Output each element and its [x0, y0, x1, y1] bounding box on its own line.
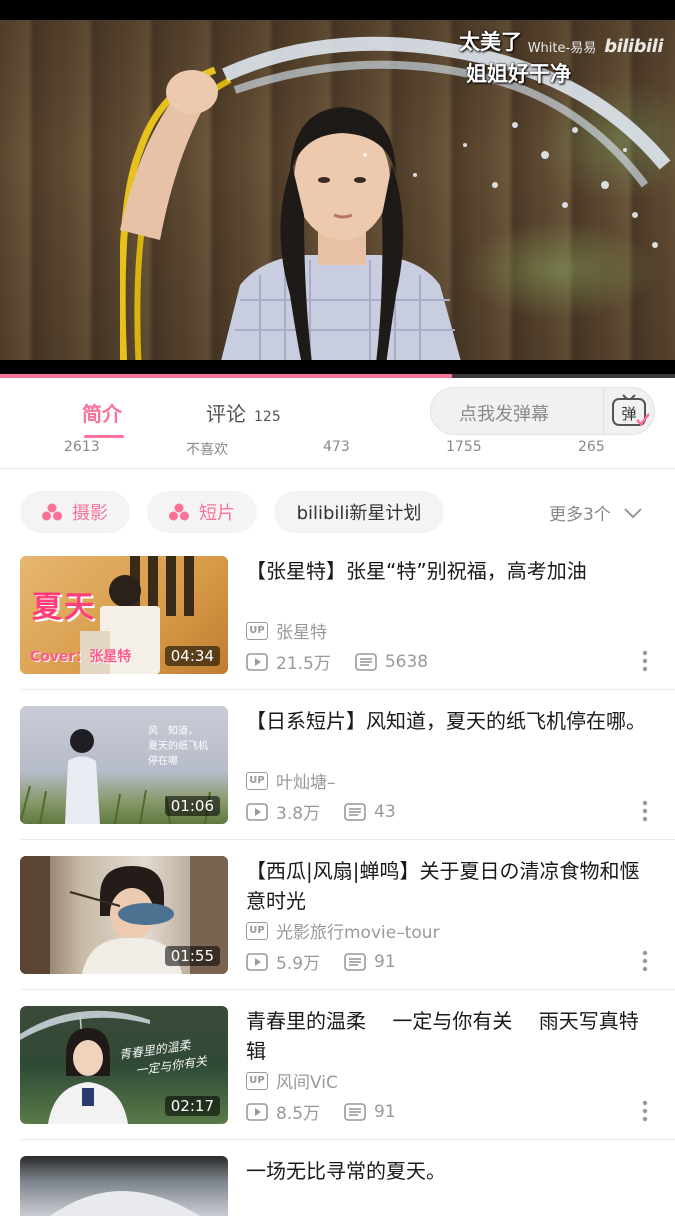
video-card[interactable]: 01:55 【西瓜|风扇|蝉鸣】关于夏日の清凉食物和惬意时光 UP 光影旅行mo… — [0, 840, 675, 990]
video-duration: 01:55 — [164, 946, 220, 966]
view-count: 3.8万 — [276, 804, 321, 824]
danmaku-count-icon — [355, 652, 377, 671]
up-badge-icon: UP — [246, 1071, 268, 1090]
tags-more-button[interactable]: 更多3个 — [549, 500, 643, 525]
thumbnail-title-text: 夏天 — [32, 590, 96, 625]
video-thumbnail[interactable]: 夏天 Cover：张星特 04:34 — [20, 556, 228, 674]
danmaku-toggle-icon[interactable]: 弹 — [609, 394, 653, 428]
video-thumbnail[interactable]: 01:55 — [20, 856, 228, 974]
danmaku-count-icon — [344, 802, 366, 821]
uploader-name: 张星特 — [276, 623, 327, 643]
video-uploader[interactable]: UP 风间ViC — [246, 1068, 338, 1093]
stat-dislike: 不喜欢 — [186, 442, 228, 458]
tab-comments-label: 评论 — [206, 402, 246, 426]
uploader-name: 风间ViC — [276, 1073, 338, 1093]
danmaku-count: 5638 — [384, 651, 429, 672]
danmaku-count-icon — [344, 952, 366, 971]
chevron-down-icon — [624, 507, 642, 518]
video-duration: 04:34 — [164, 646, 220, 666]
video-stats: 3.8万 43 — [246, 799, 396, 824]
up-badge-icon: UP — [246, 621, 268, 640]
video-title[interactable]: 【日系短片】风知道，夏天的纸飞机停在哪。 — [246, 706, 646, 736]
danmaku-count-icon — [344, 1102, 366, 1121]
danmaku-comment: 姐姐好干净 — [466, 62, 571, 86]
video-frame[interactable]: 太美了 姐姐好干净 White-易易 bilibili — [0, 20, 675, 360]
video-stats: 21.5万 5638 — [246, 649, 428, 674]
poem-line: 夏天的纸飞机 — [148, 741, 208, 752]
poem-line: 风 知道， — [148, 726, 198, 737]
more-vertical-icon[interactable] — [642, 1100, 648, 1122]
water-spray-illustration — [222, 36, 671, 248]
play-count-icon — [246, 1102, 268, 1121]
video-player[interactable]: 太美了 姐姐好干净 White-易易 bilibili — [0, 0, 675, 378]
danmaku-input-divider — [603, 388, 604, 434]
view-count: 8.5万 — [276, 1104, 321, 1124]
stat-favorites: 1755 — [446, 439, 482, 455]
play-count-icon — [246, 952, 268, 971]
more-vertical-icon[interactable] — [642, 950, 648, 972]
view-count: 21.5万 — [276, 654, 331, 674]
comments-count: 125 — [254, 409, 281, 425]
video-uploader[interactable]: UP 叶灿塘– — [246, 768, 336, 793]
tab-active-indicator — [84, 435, 124, 438]
video-card[interactable]: 夏天 Cover：张星特 04:34 【张星特】张星“特”别祝福，高考加油 UP… — [0, 540, 675, 690]
video-uploader[interactable]: UP 张星特 — [246, 618, 327, 643]
video-card[interactable]: 青春里的温柔 一定与你有关 02:17 青春里的温柔 一定与你有关 雨天写真特辑… — [0, 990, 675, 1140]
up-badge-icon: UP — [246, 771, 268, 790]
danmaku-count: 91 — [374, 951, 396, 972]
tab-bar: 简介 评论 125 点我发弹幕 弹 2613 不喜欢 473 1755 265 — [0, 378, 675, 469]
tag-bilibili-new-star[interactable]: bilibili新星计划 — [274, 491, 444, 533]
more-vertical-icon[interactable] — [642, 650, 648, 672]
video-thumbnail[interactable] — [20, 1156, 228, 1216]
video-stats: 5.9万 91 — [246, 949, 396, 974]
video-title[interactable]: 【张星特】张星“特”别祝福，高考加油 — [246, 556, 646, 586]
more-vertical-icon[interactable] — [642, 800, 648, 822]
video-duration: 01:06 — [164, 796, 220, 816]
video-title[interactable]: 【西瓜|风扇|蝉鸣】关于夏日の清凉食物和惬意时光 — [246, 856, 646, 916]
video-thumbnail[interactable]: 青春里的温柔 一定与你有关 02:17 — [20, 1006, 228, 1124]
video-title[interactable]: 青春里的温柔 一定与你有关 雨天写真特辑 — [246, 1006, 646, 1066]
view-count: 5.9万 — [276, 954, 321, 974]
video-thumbnail[interactable]: 风 知道， 夏天的纸飞机 停在哪 01:06 — [20, 706, 228, 824]
danmaku-count: 91 — [374, 1101, 396, 1122]
tag-label: bilibili新星计划 — [296, 503, 422, 524]
poem-line: 停在哪 — [148, 756, 178, 767]
tags-more-label: 更多3个 — [549, 505, 611, 525]
video-card[interactable]: 一场无比寻常的夏天。 — [0, 1140, 675, 1216]
play-count-icon — [246, 652, 268, 671]
tag-label: 摄影 — [72, 503, 108, 524]
video-title[interactable]: 一场无比寻常的夏天。 — [246, 1156, 646, 1186]
stat-coins: 473 — [323, 439, 350, 455]
thumbnail-poem: 风 知道， 夏天的纸飞机 停在哪 — [148, 724, 208, 769]
channel-icon — [169, 503, 189, 521]
stat-shares: 265 — [578, 439, 605, 455]
tag-row: 摄影 短片 bilibili新星计划 更多3个 — [0, 488, 675, 536]
video-uploader[interactable]: UP 光影旅行movie–tour — [246, 918, 440, 943]
thumbnail-illustration — [50, 1191, 200, 1216]
video-card[interactable]: 风 知道， 夏天的纸飞机 停在哪 01:06 【日系短片】风知道，夏天的纸飞机停… — [0, 690, 675, 840]
danmaku-comment: 太美了 — [459, 30, 522, 54]
danmaku-count: 43 — [374, 801, 396, 822]
play-count-icon — [246, 802, 268, 821]
up-badge-icon: UP — [246, 921, 268, 940]
tab-comments[interactable]: 评论 125 — [206, 398, 281, 427]
watermark-user: White-易易 — [527, 41, 597, 56]
uploader-name: 光影旅行movie–tour — [276, 923, 440, 943]
bilibili-logo: bilibili — [604, 36, 663, 57]
uploader-name: 叶灿塘– — [276, 773, 336, 793]
tag-short-film[interactable]: 短片 — [147, 491, 257, 533]
danmaku-button-glyph: 弹 — [621, 405, 636, 423]
tag-photography[interactable]: 摄影 — [20, 491, 130, 533]
thumbnail-caption-text: Cover：张星特 — [30, 649, 132, 665]
tag-label: 短片 — [199, 503, 235, 524]
video-duration: 02:17 — [164, 1096, 220, 1116]
video-stats: 8.5万 91 — [246, 1099, 396, 1124]
channel-icon — [42, 503, 62, 521]
tab-intro[interactable]: 简介 — [82, 398, 122, 427]
danmaku-input[interactable]: 点我发弹幕 弹 — [430, 387, 655, 435]
danmaku-input-placeholder: 点我发弹幕 — [459, 404, 549, 425]
stat-likes: 2613 — [64, 439, 100, 455]
video-watermark: White-易易 bilibili — [527, 36, 664, 57]
